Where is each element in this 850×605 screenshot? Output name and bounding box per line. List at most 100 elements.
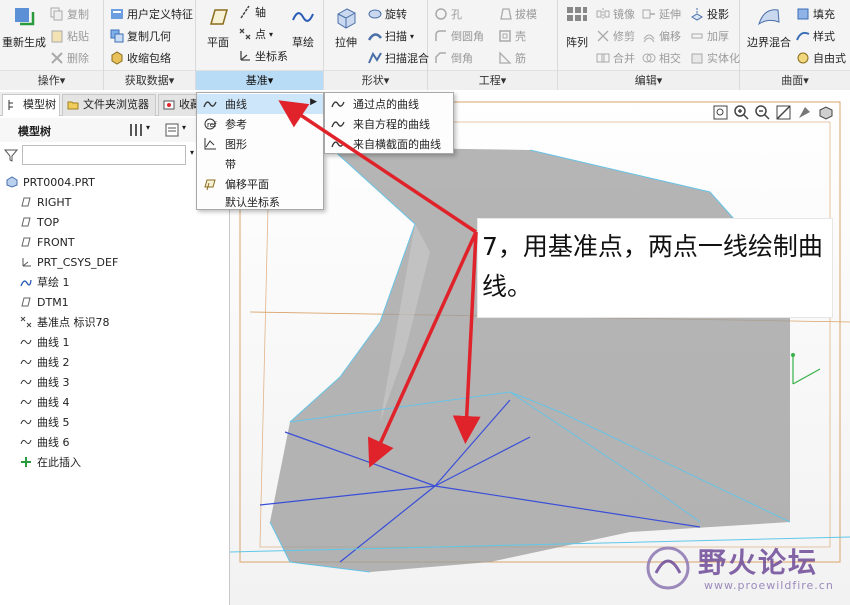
- copy-button[interactable]: 复制: [50, 6, 89, 22]
- copy-geometry-button[interactable]: 复制几何: [110, 28, 171, 44]
- submenu-item-curve-from-cross-section[interactable]: 来自横截面的曲线: [325, 134, 453, 154]
- tree-item-sketch[interactable]: 草绘 1: [20, 272, 70, 292]
- axis-button[interactable]: 轴: [238, 4, 266, 20]
- tree-item-insert-here[interactable]: 在此插入: [20, 452, 81, 472]
- refit-icon[interactable]: [712, 104, 729, 121]
- tree-item-curve-6[interactable]: 曲线 6: [20, 432, 70, 452]
- menu-item-graph[interactable]: 图形: [197, 134, 323, 154]
- tree-item-label: 曲线 6: [37, 436, 70, 449]
- tree-item-front[interactable]: FRONT: [20, 232, 75, 252]
- extend-label: 延伸: [659, 8, 681, 21]
- show-list-icon[interactable]: [164, 122, 180, 138]
- shell-icon: [499, 30, 511, 42]
- chamfer-button[interactable]: 倒角: [434, 50, 473, 66]
- sketch-button[interactable]: 草绘: [286, 4, 320, 50]
- menu-item-default-csys[interactable]: 默认坐标系: [197, 192, 323, 212]
- group-editing-label[interactable]: 编辑▾: [558, 70, 739, 90]
- delete-icon: [51, 52, 63, 64]
- chevron-down-icon: ▾: [410, 31, 415, 41]
- submenu-item-label: 通过点的曲线: [353, 98, 419, 111]
- display-style-icon[interactable]: [796, 104, 813, 121]
- pattern-button[interactable]: 阵列: [562, 4, 592, 50]
- tree-item-curve-1[interactable]: 曲线 1: [20, 332, 70, 352]
- group-surfaces-label[interactable]: 曲面▾: [740, 70, 850, 90]
- tree-item-label: 曲线 3: [37, 376, 70, 389]
- solidify-button[interactable]: 实体化: [690, 50, 740, 66]
- freestyle-button[interactable]: 自由式: [796, 50, 846, 66]
- chamfer-icon: [435, 52, 446, 63]
- menu-item-label: 带: [225, 158, 236, 171]
- chevron-down-icon[interactable]: ▾: [146, 123, 150, 132]
- tree-item-curve-2[interactable]: 曲线 2: [20, 352, 70, 372]
- revolve-button[interactable]: 旋转: [368, 6, 407, 22]
- sketch-icon: [292, 12, 314, 22]
- csys-label: 坐标系: [255, 50, 288, 63]
- swept-blend-button[interactable]: 扫描混合: [368, 50, 429, 66]
- repaint-icon[interactable]: [775, 104, 792, 121]
- chevron-down-icon[interactable]: ▾: [182, 123, 186, 132]
- sweep-button[interactable]: 扫描 ▾: [368, 28, 414, 44]
- trim-label: 修剪: [613, 30, 635, 43]
- project-button[interactable]: 投影: [690, 6, 729, 22]
- submenu-item-curve-through-points[interactable]: 通过点的曲线: [325, 94, 453, 114]
- menu-item-offset-plane[interactable]: 偏移平面: [197, 174, 323, 194]
- boundary-blend-button[interactable]: 边界混合: [744, 4, 794, 50]
- offset-button[interactable]: 偏移: [642, 28, 681, 44]
- rib-label: 筋: [515, 52, 526, 65]
- tab-model-tree[interactable]: 模型树: [2, 94, 60, 116]
- plane-button[interactable]: 平面: [200, 4, 236, 50]
- delete-label: 删除: [67, 52, 89, 65]
- chevron-down-icon[interactable]: ▾: [190, 148, 194, 157]
- group-shapes-label[interactable]: 形状▾: [324, 70, 427, 90]
- tree-item-dtm1[interactable]: DTM1: [20, 292, 69, 312]
- group-engineering-label[interactable]: 工程▾: [428, 70, 557, 90]
- extrude-icon: [337, 8, 356, 29]
- tree-item-csys[interactable]: PRT_CSYS_DEF: [20, 252, 118, 272]
- draft-button[interactable]: 拔模: [498, 6, 537, 22]
- mirror-button[interactable]: 镜像: [596, 6, 635, 22]
- thicken-button[interactable]: 加厚: [690, 28, 729, 44]
- curve-icon: [203, 101, 217, 108]
- zoom-in-icon[interactable]: [733, 104, 750, 121]
- group-shapes: 拉伸 旋转 扫描 ▾ 扫描混合 形状▾: [324, 0, 429, 90]
- shrinkwrap-button[interactable]: 收缩包络: [110, 50, 171, 66]
- extend-button[interactable]: 延伸: [642, 6, 681, 22]
- tab-folder-browser[interactable]: 文件夹浏览器: [62, 94, 156, 116]
- udf-button[interactable]: 用户定义特征: [110, 6, 193, 22]
- csys-button[interactable]: 坐标系: [238, 48, 288, 64]
- group-operations-label[interactable]: 操作▾: [0, 70, 103, 90]
- hole-button[interactable]: 孔: [434, 6, 462, 22]
- merge-button[interactable]: 合并: [596, 50, 635, 66]
- zoom-out-icon[interactable]: [754, 104, 771, 121]
- point-button[interactable]: 点 ▾: [238, 26, 273, 42]
- extrude-button[interactable]: 拉伸: [328, 4, 364, 50]
- tree-item-root[interactable]: PRT0004.PRT: [6, 172, 95, 192]
- submenu-item-curve-from-equation[interactable]: 来自方程的曲线: [325, 114, 453, 134]
- intersect-button[interactable]: 相交: [642, 50, 681, 66]
- filter-icon[interactable]: [4, 148, 18, 162]
- paste-button[interactable]: 粘贴: [50, 28, 89, 44]
- tree-item-curve-5[interactable]: 曲线 5: [20, 412, 70, 432]
- shell-button[interactable]: 壳: [498, 28, 526, 44]
- menu-item-curve[interactable]: 曲线 ▶: [197, 94, 323, 114]
- group-get-data-label[interactable]: 获取数据▾: [104, 70, 195, 90]
- tree-item-label: 曲线 5: [37, 416, 70, 429]
- menu-item-ribbon[interactable]: 带: [197, 154, 323, 174]
- tree-item-curve-4[interactable]: 曲线 4: [20, 392, 70, 412]
- saved-views-icon[interactable]: [817, 104, 834, 121]
- style-button[interactable]: 样式: [796, 28, 835, 44]
- settings-tools-icon[interactable]: [128, 122, 144, 138]
- regenerate-button[interactable]: 重新生成: [2, 4, 46, 50]
- delete-button[interactable]: 删除: [50, 50, 89, 66]
- tree-item-curve-3[interactable]: 曲线 3: [20, 372, 70, 392]
- group-datum-label[interactable]: 基准▾: [196, 70, 323, 90]
- tree-item-right[interactable]: RIGHT: [20, 192, 71, 212]
- tree-search-input[interactable]: [22, 145, 186, 165]
- menu-item-reference[interactable]: ref 参考: [197, 114, 323, 134]
- tree-item-datum-point[interactable]: 基准点 标识78: [20, 312, 110, 332]
- trim-button[interactable]: 修剪: [596, 28, 635, 44]
- rib-button[interactable]: 筋: [498, 50, 526, 66]
- round-button[interactable]: 倒圆角: [434, 28, 484, 44]
- tree-item-top[interactable]: TOP: [20, 212, 59, 232]
- fill-button[interactable]: 填充: [796, 6, 835, 22]
